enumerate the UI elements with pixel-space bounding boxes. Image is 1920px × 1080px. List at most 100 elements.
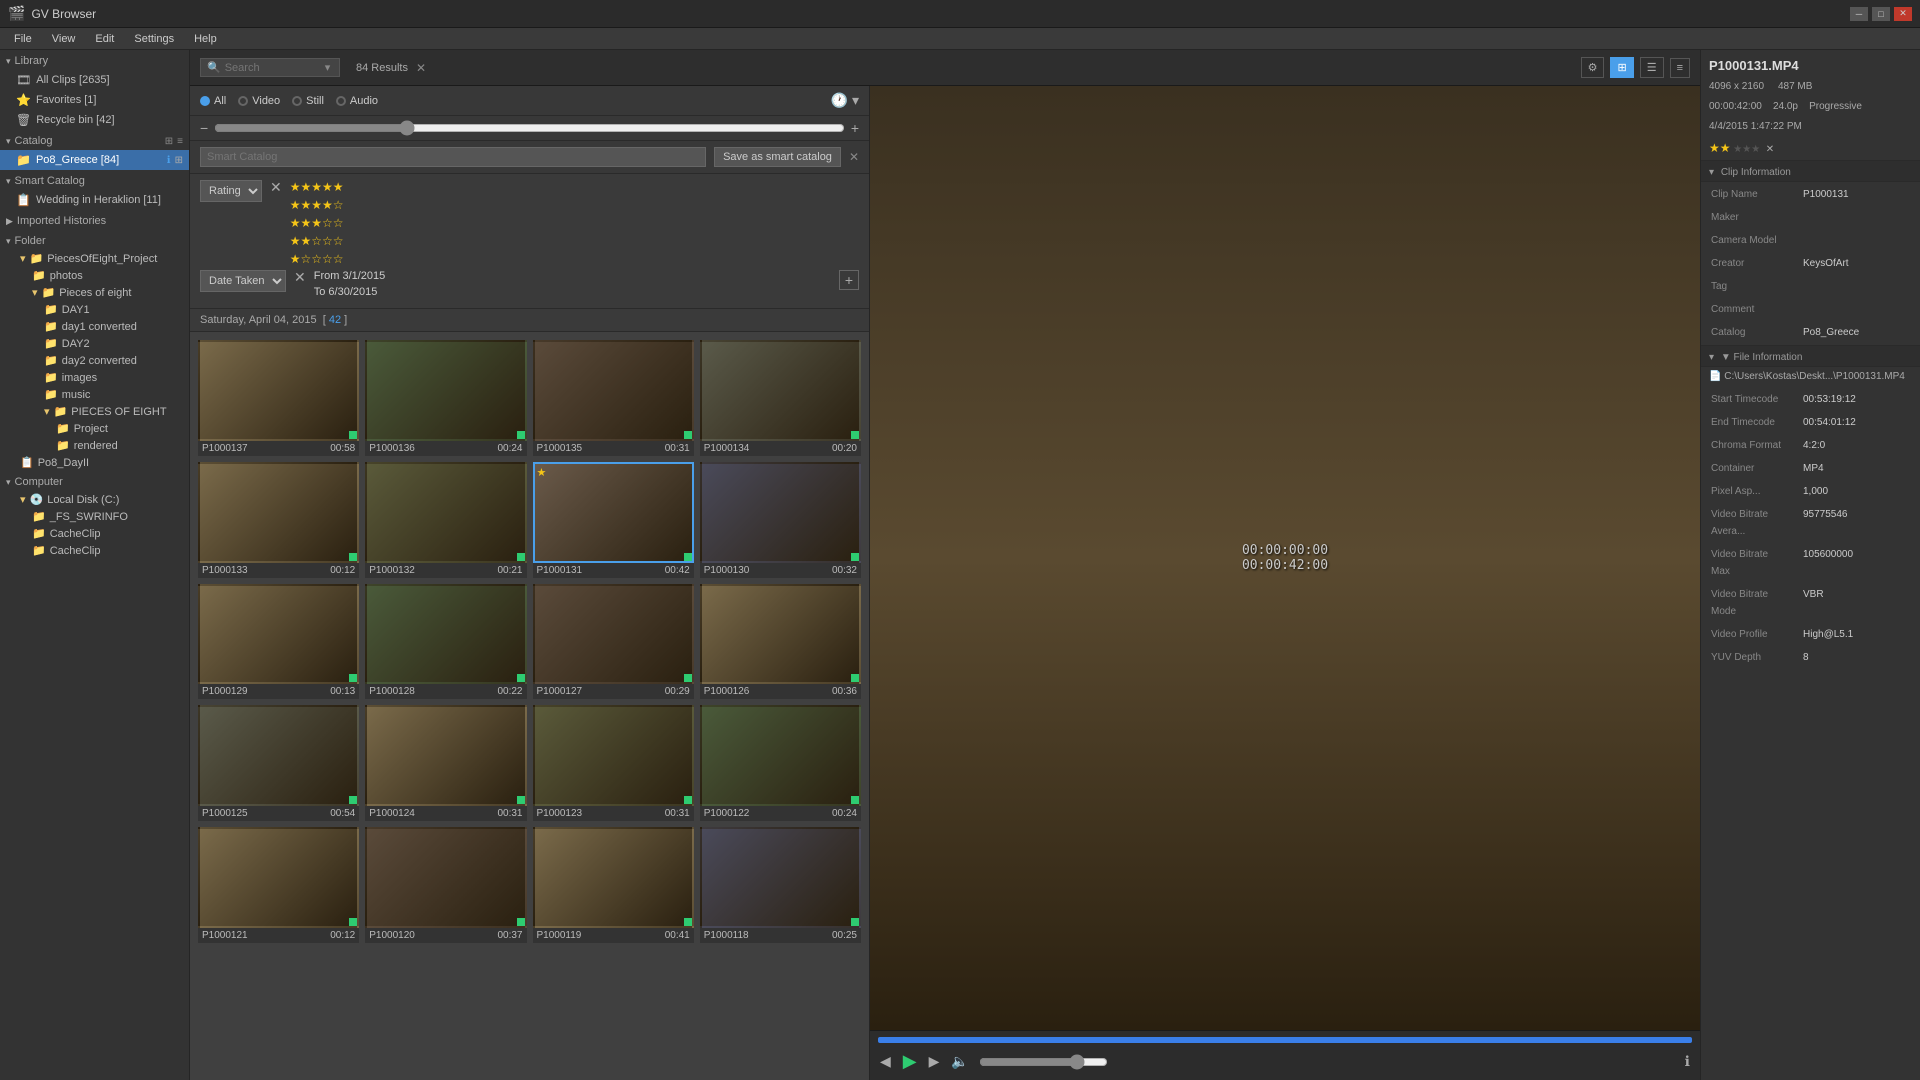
date-filter-select[interactable]: Date Taken [200, 270, 286, 292]
catalog-expand-icon[interactable]: ⊞ [175, 155, 183, 166]
list-view-button[interactable]: ☰ [1640, 57, 1664, 78]
grid-view-button[interactable]: ⊞ [1610, 57, 1633, 78]
computer-section-header[interactable]: ▾ Computer [0, 471, 189, 491]
folder-day1-converted[interactable]: 📁 day1 converted [0, 318, 189, 335]
zoom-plus-button[interactable]: + [851, 120, 859, 136]
stars-5[interactable]: ★★★★★ [290, 180, 344, 194]
all-clips-item[interactable]: 🎞 All Clips [2635] [0, 70, 189, 90]
clip-item-P1000128[interactable]: P1000128 00:22 [365, 584, 526, 700]
clip-item-P1000118[interactable]: P1000118 00:25 [700, 827, 861, 943]
folder-cacheclip[interactable]: 📁 CacheClip [0, 542, 189, 559]
folder-day1[interactable]: 📁 DAY1 [0, 301, 189, 318]
catalog-section-header[interactable]: ▾ Catalog ⊞ ≡ [0, 130, 189, 150]
folder-images[interactable]: 📁 images [0, 369, 189, 386]
clip-item-P1000123[interactable]: P1000123 00:31 [533, 705, 694, 821]
recycle-bin-item[interactable]: 🗑 Recycle bin [42] [0, 110, 189, 130]
play-button[interactable]: ▶ [901, 1049, 919, 1074]
catalog-info-button[interactable]: ℹ [167, 155, 171, 166]
clip-info-section[interactable]: ▾ Clip Information [1701, 160, 1920, 182]
clear-catalog-button[interactable]: ✕ [849, 150, 859, 164]
all-radio[interactable]: All [200, 95, 226, 107]
rating-filter-clear[interactable]: ✕ [270, 180, 282, 194]
rating-filter-select[interactable]: Rating [200, 180, 262, 202]
volume-slider[interactable] [979, 1054, 1108, 1070]
menu-edit[interactable]: Edit [85, 31, 124, 47]
clip-item-P1000125[interactable]: P1000125 00:54 [198, 705, 359, 821]
folder-po8-dayii[interactable]: 📋 Po8_DayII [0, 454, 189, 471]
add-filter-button[interactable]: + [839, 270, 859, 290]
clip-item-P1000133[interactable]: P1000133 00:12 [198, 462, 359, 578]
zoom-slider[interactable] [214, 120, 845, 136]
favorites-item[interactable]: ⭐ Favorites [1] [0, 90, 189, 110]
clip-item-P1000120[interactable]: P1000120 00:37 [365, 827, 526, 943]
video-radio[interactable]: Video [238, 95, 280, 107]
catalog-add-icon[interactable]: ⊞ [165, 136, 173, 147]
folder-day2-converted[interactable]: 📁 day2 converted [0, 352, 189, 369]
menu-help[interactable]: Help [184, 31, 227, 47]
imported-histories-header[interactable]: ▶ Imported Histories [0, 210, 189, 230]
search-dropdown-icon[interactable]: ▾ [325, 61, 331, 74]
wedding-catalog-item[interactable]: 📋 Wedding in Heraklion [11] [0, 190, 189, 210]
menu-file[interactable]: File [4, 31, 42, 47]
po8-greece-catalog-item[interactable]: 📁 Po8_Greece [84] ℹ ⊞ [0, 150, 189, 170]
folder-project[interactable]: 📁 Project [0, 420, 189, 437]
clip-info-title: Clip Information [1721, 167, 1791, 178]
menu-settings[interactable]: Settings [124, 31, 184, 47]
clip-item-P1000136[interactable]: P1000136 00:24 [365, 340, 526, 456]
folder-projects[interactable]: 📁 _FS_SWRINFO [0, 508, 189, 525]
smart-catalog-section-header[interactable]: ▾ Smart Catalog [0, 170, 189, 190]
file-info-section[interactable]: ▾ ▼ File Information [1701, 345, 1920, 367]
stars-1[interactable]: ★☆☆☆☆ [290, 252, 344, 266]
stars-3[interactable]: ★★★☆☆ [290, 216, 344, 230]
folder-poe-project[interactable]: ▾ 📁 PiecesOfEight_Project [0, 250, 189, 267]
audio-radio[interactable]: Audio [336, 95, 378, 107]
zoom-minus-button[interactable]: − [200, 120, 208, 136]
clip-item-P1000129[interactable]: P1000129 00:13 [198, 584, 359, 700]
menu-view[interactable]: View [42, 31, 86, 47]
save-smart-catalog-button[interactable]: Save as smart catalog [714, 147, 841, 167]
clip-item-P1000132[interactable]: P1000132 00:21 [365, 462, 526, 578]
detail-view-button[interactable]: ≡ [1670, 58, 1690, 78]
clip-item-P1000131[interactable]: ★ P1000131 00:42 [533, 462, 694, 578]
clip-item-P1000119[interactable]: P1000119 00:41 [533, 827, 694, 943]
folder-fs-swrinfo[interactable]: 📁 CacheClip [0, 525, 189, 542]
mute-button[interactable]: 🔈 [949, 1051, 970, 1072]
clip-item-P1000126[interactable]: P1000126 00:36 [700, 584, 861, 700]
still-radio[interactable]: Still [292, 95, 324, 107]
clip-item-P1000137[interactable]: P1000137 00:58 [198, 340, 359, 456]
date-filter-clear[interactable]: ✕ [294, 270, 306, 284]
progress-bar-container[interactable] [878, 1037, 1692, 1043]
clip-item-P1000127[interactable]: P1000127 00:29 [533, 584, 694, 700]
folder-day2[interactable]: 📁 DAY2 [0, 335, 189, 352]
smart-catalog-input[interactable] [200, 147, 706, 167]
folder-music[interactable]: 📁 music [0, 386, 189, 403]
results-clear-button[interactable]: ✕ [416, 61, 426, 75]
folder-pieces-of-eight[interactable]: ▾ 📁 Pieces of eight [0, 284, 189, 301]
clip-item-P1000134[interactable]: P1000134 00:20 [700, 340, 861, 456]
library-section-header[interactable]: ▾ Library [0, 50, 189, 70]
camera-row: Camera Model [1703, 230, 1918, 251]
next-frame-button[interactable]: ▶ [927, 1051, 942, 1072]
folder-rendered[interactable]: 📁 rendered [0, 437, 189, 454]
folder-section-header[interactable]: ▾ Folder [0, 230, 189, 250]
folder-pieces-of-eight-caps[interactable]: ▾ 📁 PIECES OF EIGHT [0, 403, 189, 420]
prev-frame-button[interactable]: ◀ [878, 1051, 893, 1072]
info-button[interactable]: ℹ [1683, 1051, 1692, 1072]
clip-item-P1000135[interactable]: P1000135 00:31 [533, 340, 694, 456]
search-input[interactable] [225, 62, 325, 74]
restore-button[interactable]: □ [1872, 7, 1890, 21]
rating-clear-icon[interactable]: ✕ [1766, 144, 1774, 155]
clip-item-P1000121[interactable]: P1000121 00:12 [198, 827, 359, 943]
minimize-button[interactable]: ─ [1850, 7, 1868, 21]
folder-photos[interactable]: 📁 photos [0, 267, 189, 284]
stars-4[interactable]: ★★★★☆ [290, 198, 344, 212]
time-icon[interactable]: 🕐 ▾ [831, 92, 859, 109]
local-disk-c[interactable]: ▾ 💿 Local Disk (C:) [0, 491, 189, 508]
stars-2[interactable]: ★★☆☆☆ [290, 234, 344, 248]
settings-button[interactable]: ⚙ [1581, 57, 1605, 78]
clip-item-P1000130[interactable]: P1000130 00:32 [700, 462, 861, 578]
clip-item-P1000122[interactable]: P1000122 00:24 [700, 705, 861, 821]
catalog-options-icon[interactable]: ≡ [177, 136, 183, 147]
clip-item-P1000124[interactable]: P1000124 00:31 [365, 705, 526, 821]
close-button[interactable]: ✕ [1894, 7, 1912, 21]
